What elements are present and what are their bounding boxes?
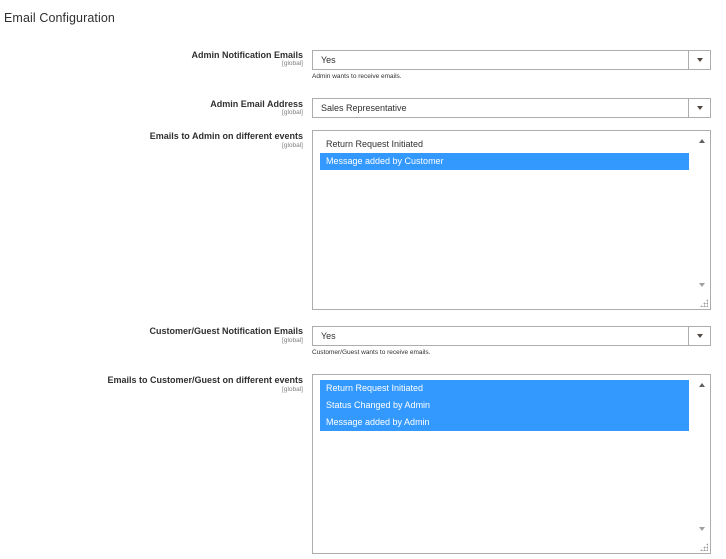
customer-events-label: Emails to Customer/Guest on different ev… [107, 375, 303, 385]
admin-events-label: Emails to Admin on different events [149, 131, 303, 141]
admin-events-option-message-customer[interactable]: Message added by Customer [320, 153, 689, 170]
customer-notification-note: Customer/Guest wants to receive emails. [312, 349, 431, 356]
admin-email-dropdown-button[interactable] [688, 99, 710, 117]
customer-events-option-status-changed[interactable]: Status Changed by Admin [320, 397, 689, 414]
admin-email-value: Sales Representative [321, 103, 407, 113]
customer-events-multiselect[interactable]: Return Request Initiated Status Changed … [312, 374, 711, 554]
scroll-up-icon[interactable] [699, 139, 705, 143]
admin-email-scope: [global] [282, 109, 303, 116]
admin-events-scope: [global] [282, 142, 303, 149]
admin-events-option-return-request[interactable]: Return Request Initiated [320, 136, 689, 153]
admin-events-multiselect[interactable]: Return Request Initiated Message added b… [312, 130, 711, 310]
customer-events-option-message-admin[interactable]: Message added by Admin [320, 414, 689, 431]
scroll-up-icon[interactable] [699, 383, 705, 387]
scroll-down-icon[interactable] [699, 527, 705, 531]
admin-notification-scope: [global] [282, 60, 303, 67]
chevron-down-icon [697, 106, 703, 110]
customer-events-option-return-request[interactable]: Return Request Initiated [320, 380, 689, 397]
chevron-down-icon [697, 58, 703, 62]
scroll-down-icon[interactable] [699, 283, 705, 287]
admin-notification-dropdown-button[interactable] [688, 51, 710, 69]
admin-notification-label: Admin Notification Emails [191, 50, 303, 60]
admin-email-select[interactable]: Sales Representative [312, 98, 711, 118]
admin-notification-note: Admin wants to receive emails. [312, 73, 402, 80]
admin-events-scrollbar[interactable] [694, 131, 710, 309]
admin-email-label: Admin Email Address [210, 99, 303, 109]
chevron-down-icon [697, 334, 703, 338]
customer-events-scope: [global] [282, 386, 303, 393]
customer-notification-select[interactable]: Yes [312, 326, 711, 346]
admin-notification-value: Yes [321, 55, 336, 65]
customer-notification-scope: [global] [282, 337, 303, 344]
customer-notification-label: Customer/Guest Notification Emails [149, 326, 303, 336]
customer-notification-value: Yes [321, 331, 336, 341]
customer-notification-dropdown-button[interactable] [688, 327, 710, 345]
admin-notification-select[interactable]: Yes [312, 50, 711, 70]
customer-events-scrollbar[interactable] [694, 375, 710, 553]
section-title: Email Configuration [4, 11, 115, 25]
